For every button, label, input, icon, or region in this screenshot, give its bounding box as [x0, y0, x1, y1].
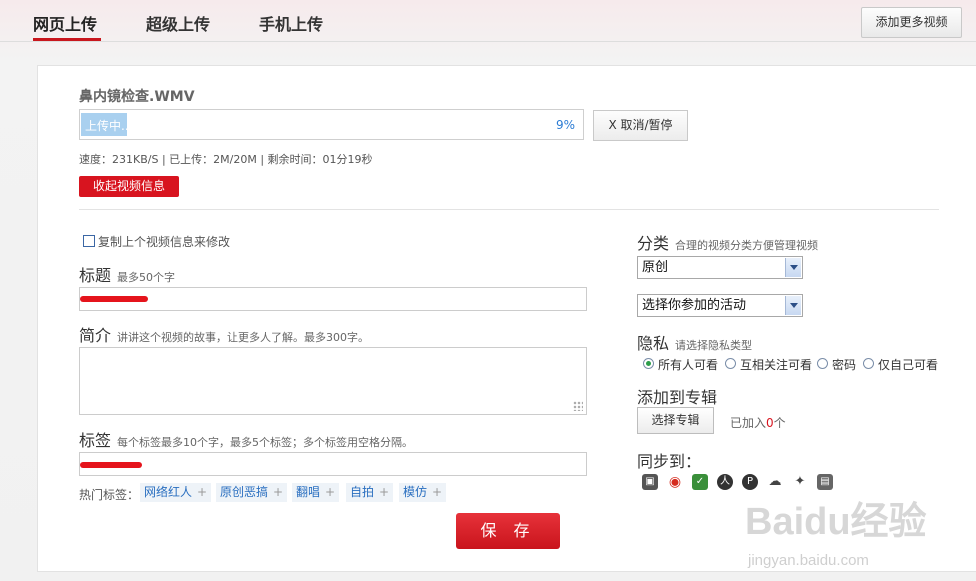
plus-icon: + [432, 485, 443, 499]
upload-stats: 速度：231KB/S | 已上传：2M/20M | 剩余时间：01分19秒 [79, 153, 373, 166]
album-label: 添加到专辑 [637, 388, 718, 407]
privacy-option-label: 密码 [832, 358, 857, 372]
privacy-option-label: 仅自己可看 [878, 358, 939, 372]
chevron-down-icon [785, 258, 801, 277]
category-heading: 分类 合理的视频分类方便管理视频 [637, 230, 818, 254]
privacy-hint: 请选择隐私类型 [675, 339, 753, 352]
renren-icon[interactable]: 人 [717, 474, 733, 490]
divider [79, 209, 939, 210]
title-input[interactable] [79, 287, 587, 311]
hot-tag-text: 翻唱 [296, 485, 321, 499]
tab-web-upload[interactable]: 网页上传 [33, 11, 97, 35]
cancel-pause-button[interactable]: X 取消/暂停 [593, 110, 688, 141]
intro-hint: 讲讲这个视频的故事，让更多人了解。最多300字。 [117, 331, 370, 344]
title-label: 标题 [79, 266, 112, 285]
copy-previous-checkbox[interactable] [83, 235, 95, 247]
intro-heading: 简介 讲讲这个视频的故事，让更多人了解。最多300字。 [79, 322, 369, 346]
hot-tag-text: 自拍 [350, 485, 375, 499]
privacy-option-label: 互相关注可看 [740, 358, 813, 372]
activity-value: 选择你参加的活动 [642, 298, 747, 313]
album-added-suffix: 个 [773, 416, 786, 430]
tags-heading: 标签 每个标签最多10个字，最多5个标签；多个标签用空格分隔。 [79, 427, 413, 451]
plus-icon: + [379, 485, 390, 499]
plus-icon: + [273, 485, 284, 499]
privacy-option-label: 所有人可看 [658, 358, 719, 372]
save-button[interactable]: 保 存 [456, 513, 560, 549]
hot-tag-text: 网络红人 [144, 485, 193, 499]
category-value: 原创 [642, 260, 669, 275]
baidu-watermark: Baidu经验 [745, 501, 927, 543]
activity-select[interactable]: 选择你参加的活动 [637, 294, 803, 317]
tags-label: 标签 [79, 431, 112, 450]
hot-tag-item[interactable]: 网络红人 + [140, 483, 212, 502]
intro-textarea[interactable] [79, 347, 587, 415]
hot-tag-item[interactable]: 翻唱 + [292, 483, 340, 502]
privacy-radio-everyone[interactable] [643, 358, 654, 369]
douban-icon[interactable]: ☁ [767, 474, 783, 490]
redaction-mark [80, 462, 142, 468]
star-icon[interactable]: ✦ [792, 474, 808, 490]
privacy-heading: 隐私 请选择隐私类型 [637, 330, 752, 354]
plus-icon: + [197, 485, 208, 499]
network-icon[interactable]: ✓ [692, 474, 708, 490]
tab-super-upload[interactable]: 超级上传 [146, 11, 210, 35]
category-label: 分类 [637, 234, 670, 253]
sync-label: 同步到： [637, 452, 702, 471]
redaction-mark [80, 296, 148, 302]
file-name: 鼻内镜检查.WMV [79, 89, 195, 105]
people-icon[interactable]: P [742, 474, 758, 490]
plus-icon: + [325, 485, 336, 499]
chevron-down-icon [785, 296, 801, 315]
title-hint: 最多50个字 [117, 271, 176, 284]
hot-tag-text: 模仿 [403, 485, 428, 499]
weibo-icon[interactable]: ◉ [667, 474, 683, 490]
select-album-button[interactable]: 选择专辑 [637, 407, 714, 434]
hot-tag-text: 原创恶搞 [220, 485, 269, 499]
resize-handle[interactable] [573, 401, 583, 411]
privacy-radio-self[interactable] [863, 358, 874, 369]
add-more-videos-button[interactable]: 添加更多视频 [861, 7, 962, 38]
tab-mobile-upload[interactable]: 手机上传 [259, 11, 323, 35]
privacy-label: 隐私 [637, 334, 670, 353]
collapse-info-button[interactable]: 收起视频信息 [79, 176, 179, 197]
album-added-count: 已加入0个 [730, 414, 786, 431]
upload-progress-bar: 上传中... 9% [79, 109, 584, 140]
hot-tag-item[interactable]: 模仿 + [399, 483, 447, 502]
active-tab-indicator [33, 38, 101, 41]
category-hint: 合理的视频分类方便管理视频 [675, 239, 819, 252]
title-heading: 标题 最多50个字 [79, 262, 175, 286]
baidu-watermark-url: jingyan.baidu.com [748, 552, 869, 569]
privacy-radio-password[interactable] [817, 358, 828, 369]
category-select[interactable]: 原创 [637, 256, 803, 279]
intro-label: 简介 [79, 326, 112, 345]
progress-percent: 9% [555, 118, 575, 132]
hot-tag-item[interactable]: 原创恶搞 + [216, 483, 288, 502]
privacy-radio-mutual[interactable] [725, 358, 736, 369]
tags-hint: 每个标签最多10个字，最多5个标签；多个标签用空格分隔。 [117, 436, 414, 449]
copy-previous-label: 复制上个视频信息来修改 [98, 235, 231, 249]
tags-input[interactable] [79, 452, 587, 476]
kaixin-icon[interactable]: ▤ [817, 474, 833, 490]
progress-status: 上传中... [85, 119, 133, 133]
top-navigation: 网页上传 超级上传 手机上传 添加更多视频 [0, 0, 976, 42]
hot-tag-item[interactable]: 自拍 + [346, 483, 394, 502]
hot-tags-label: 热门标签： [79, 488, 140, 502]
album-added-prefix: 已加入 [730, 416, 767, 430]
share-icon[interactable]: ▣ [642, 474, 658, 490]
album-added-number: 0 [766, 416, 774, 430]
